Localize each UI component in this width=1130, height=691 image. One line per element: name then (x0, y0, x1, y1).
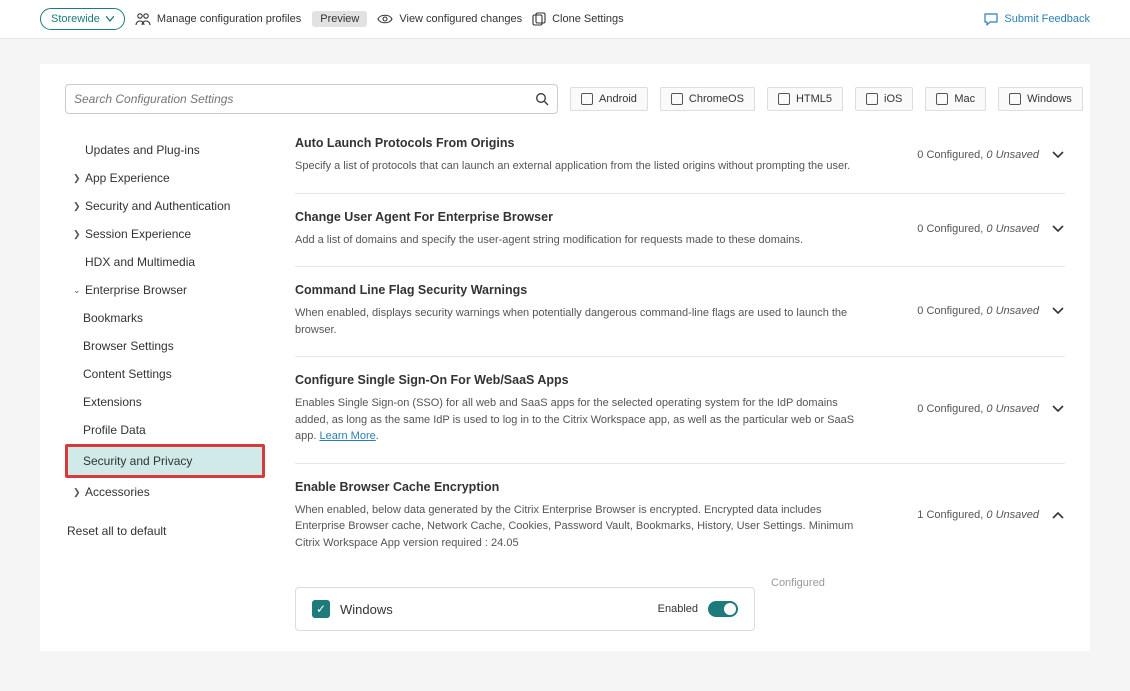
setting-status: 1 Configured, 0 Unsaved (917, 509, 1039, 521)
checkbox-icon (778, 93, 790, 105)
view-changes[interactable]: View configured changes (377, 13, 522, 25)
clone-settings[interactable]: Clone Settings (532, 12, 624, 26)
manage-profiles[interactable]: Manage configuration profiles Preview (135, 11, 367, 27)
search-box[interactable] (65, 84, 558, 114)
checkbox-icon (581, 93, 593, 105)
sidebar: Updates and Plug-ins ❯App Experience ❯Se… (65, 136, 265, 631)
chevron-right-icon: ❯ (73, 201, 81, 212)
sidebar-item-session-experience[interactable]: ❯Session Experience (65, 220, 265, 248)
os-chip-mac[interactable]: Mac (925, 87, 986, 111)
body-grid: Updates and Plug-ins ❯App Experience ❯Se… (65, 136, 1065, 631)
os-chip-chromeos[interactable]: ChromeOS (660, 87, 755, 111)
chevron-down-icon: ⌄ (73, 285, 81, 296)
config-row: ✓ Windows Enabled Configured (295, 569, 1065, 631)
sidebar-item-content-settings[interactable]: Content Settings (65, 360, 265, 388)
preview-badge: Preview (312, 11, 367, 27)
os-chip-windows[interactable]: Windows (998, 87, 1083, 111)
setting-desc: When enabled, below data generated by th… (295, 502, 855, 552)
chevron-down-icon[interactable] (1051, 150, 1065, 160)
sidebar-item-bookmarks[interactable]: Bookmarks (65, 304, 265, 332)
chevron-down-icon[interactable] (1051, 306, 1065, 316)
checkbox-icon (671, 93, 683, 105)
setting-cmdline-warnings: Command Line Flag Security Warnings When… (295, 267, 1065, 357)
setting-title: Configure Single Sign-On For Web/SaaS Ap… (295, 373, 907, 387)
sidebar-item-app-experience[interactable]: ❯App Experience (65, 164, 265, 192)
chevron-right-icon: ❯ (73, 229, 81, 240)
settings-content: Auto Launch Protocols From Origins Speci… (295, 136, 1065, 631)
setting-status: 0 Configured, 0 Unsaved (917, 223, 1039, 235)
setting-title: Change User Agent For Enterprise Browser (295, 210, 907, 224)
checkbox-icon (936, 93, 948, 105)
sidebar-item-security-privacy[interactable]: Security and Privacy (65, 444, 265, 478)
sidebar-item-extensions[interactable]: Extensions (65, 388, 265, 416)
checkbox-icon (1009, 93, 1021, 105)
page-wrap: Android ChromeOS HTML5 iOS Mac Windows U… (0, 39, 1130, 691)
scope-label: Storewide (51, 13, 100, 25)
setting-cache-encryption: Enable Browser Cache Encryption When ena… (295, 464, 1065, 570)
learn-more-link[interactable]: Learn More (319, 430, 375, 442)
topbar: Storewide Manage configuration profiles … (0, 0, 1130, 39)
os-chip-ios[interactable]: iOS (855, 87, 913, 111)
search-icon[interactable] (535, 92, 549, 106)
chevron-down-icon (106, 16, 114, 22)
chevron-up-icon[interactable] (1051, 510, 1065, 520)
sidebar-item-hdx-multimedia[interactable]: HDX and Multimedia (65, 248, 265, 276)
people-icon (135, 12, 151, 26)
chevron-down-icon[interactable] (1051, 404, 1065, 414)
setting-desc: Add a list of domains and specify the us… (295, 232, 855, 249)
chevron-down-icon[interactable] (1051, 224, 1065, 234)
setting-title: Enable Browser Cache Encryption (295, 480, 907, 494)
setting-title: Auto Launch Protocols From Origins (295, 136, 907, 150)
control-row: Android ChromeOS HTML5 iOS Mac Windows (65, 84, 1065, 114)
setting-sso: Configure Single Sign-On For Web/SaaS Ap… (295, 357, 1065, 464)
os-filters: Android ChromeOS HTML5 iOS Mac Windows (570, 87, 1083, 111)
chevron-right-icon: ❯ (73, 487, 81, 498)
reset-all[interactable]: Reset all to default (65, 518, 265, 544)
clone-settings-label: Clone Settings (552, 13, 624, 25)
copy-icon (532, 12, 546, 26)
setting-user-agent: Change User Agent For Enterprise Browser… (295, 194, 1065, 268)
sidebar-item-browser-settings[interactable]: Browser Settings (65, 332, 265, 360)
setting-desc: When enabled, displays security warnings… (295, 305, 855, 338)
chat-icon (984, 12, 998, 26)
sidebar-item-enterprise-browser[interactable]: ⌄Enterprise Browser (65, 276, 265, 304)
sidebar-item-profile-data[interactable]: Profile Data (65, 416, 265, 444)
scope-selector[interactable]: Storewide (40, 8, 125, 30)
config-box-windows: ✓ Windows Enabled (295, 587, 755, 631)
sidebar-item-updates[interactable]: Updates and Plug-ins (65, 136, 265, 164)
view-changes-label: View configured changes (399, 13, 522, 25)
os-chip-html5[interactable]: HTML5 (767, 87, 843, 111)
manage-profiles-label: Manage configuration profiles (157, 13, 301, 25)
eye-icon (377, 13, 393, 25)
submit-feedback-label: Submit Feedback (1004, 13, 1090, 25)
setting-status: 0 Configured, 0 Unsaved (917, 403, 1039, 415)
setting-desc: Enables Single Sign-on (SSO) for all web… (295, 395, 855, 445)
checkbox-icon (866, 93, 878, 105)
search-input[interactable] (74, 92, 535, 106)
setting-title: Command Line Flag Security Warnings (295, 283, 907, 297)
submit-feedback[interactable]: Submit Feedback (984, 12, 1090, 26)
setting-auto-launch: Auto Launch Protocols From Origins Speci… (295, 136, 1065, 194)
os-chip-android[interactable]: Android (570, 87, 648, 111)
configured-label: Configured (771, 577, 825, 589)
sidebar-item-accessories[interactable]: ❯Accessories (65, 478, 265, 506)
sidebar-item-security-auth[interactable]: ❯Security and Authentication (65, 192, 265, 220)
setting-desc: Specify a list of protocols that can lau… (295, 158, 855, 175)
setting-status: 0 Configured, 0 Unsaved (917, 305, 1039, 317)
enabled-label: Enabled (658, 603, 698, 615)
checkbox-checked-icon[interactable]: ✓ (312, 600, 330, 618)
main-panel: Android ChromeOS HTML5 iOS Mac Windows U… (40, 64, 1090, 651)
config-os-label: Windows (340, 602, 393, 617)
setting-status: 0 Configured, 0 Unsaved (917, 149, 1039, 161)
chevron-right-icon: ❯ (73, 173, 81, 184)
